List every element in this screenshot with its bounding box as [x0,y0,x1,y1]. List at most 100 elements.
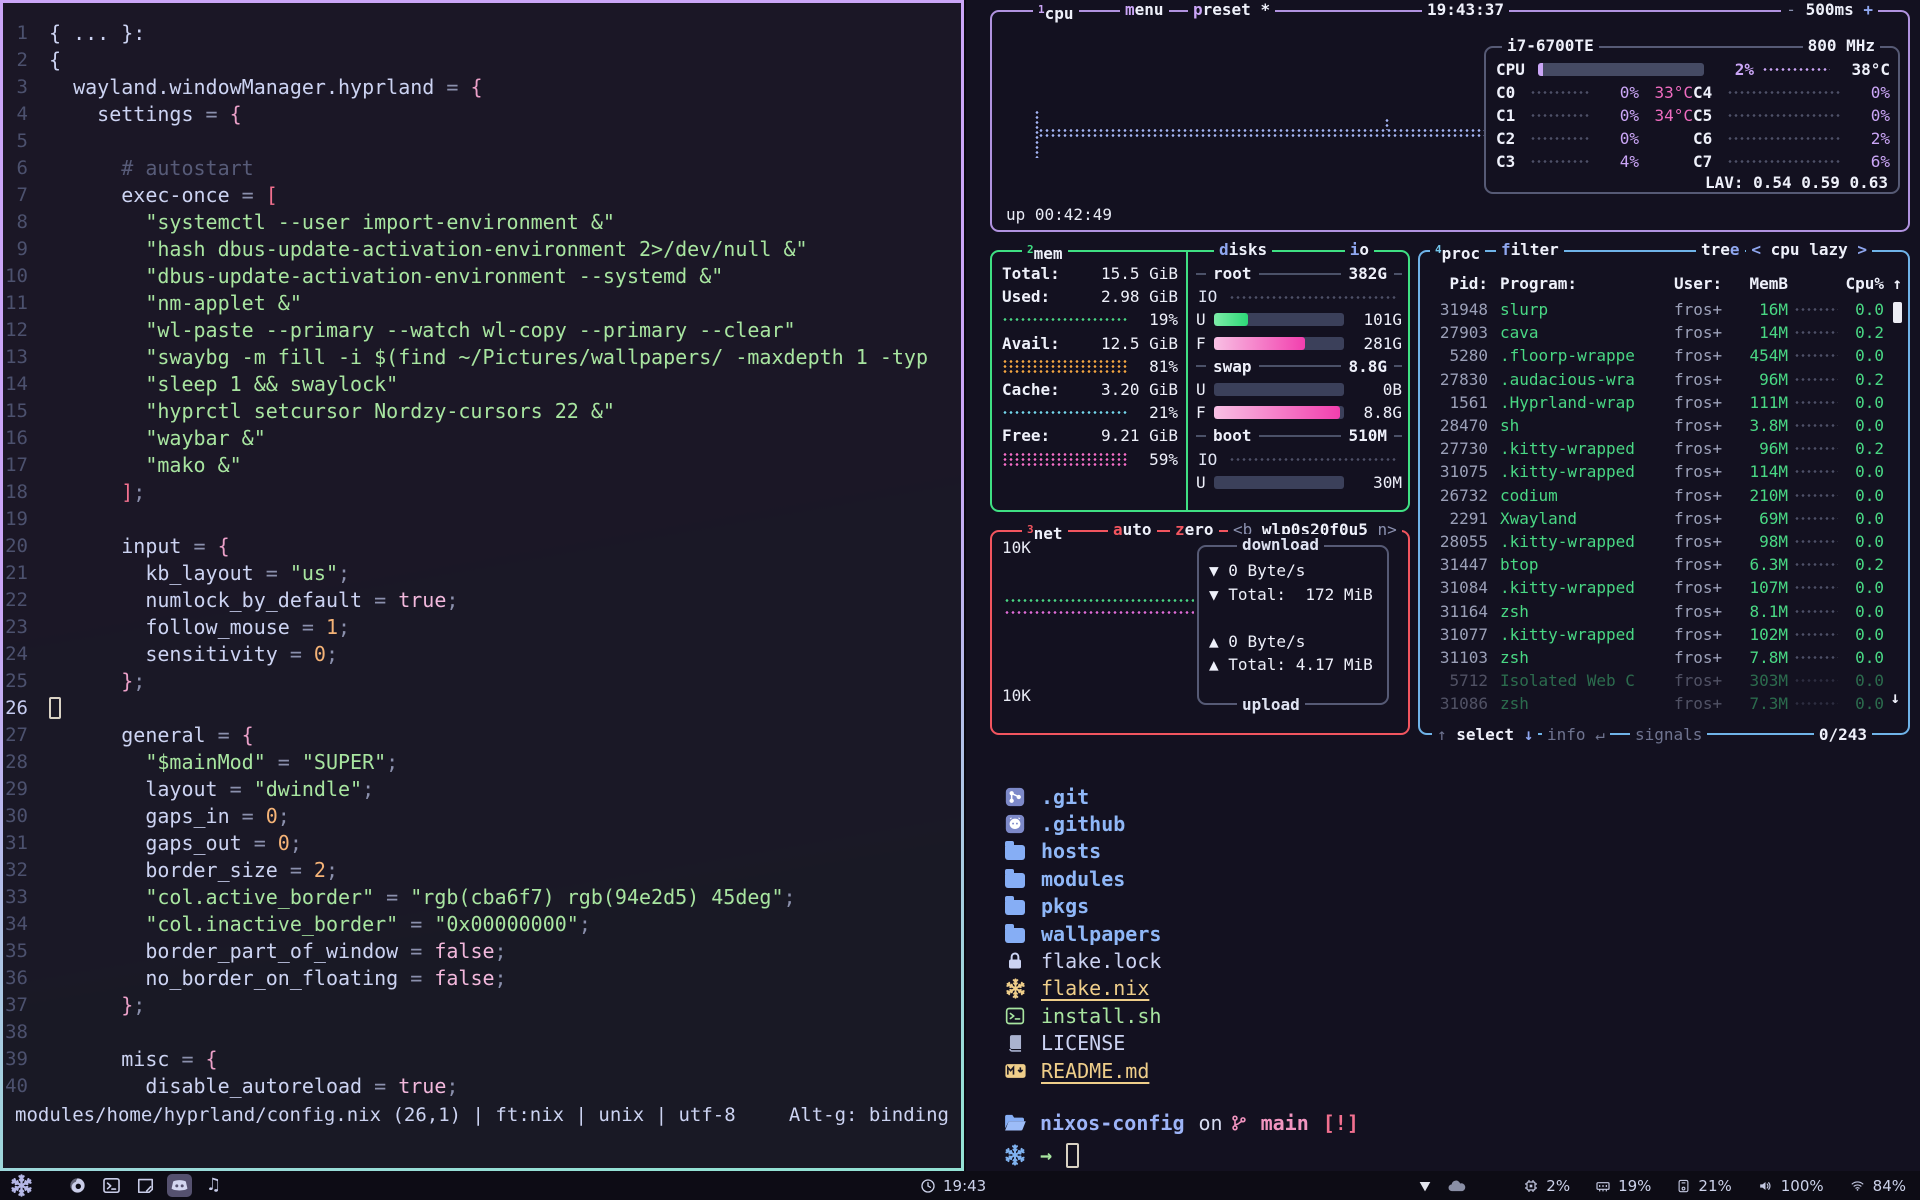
editor-line[interactable]: 15 "hyprctl setcursor Nordzy-cursors 22 … [3,397,961,424]
net-zero-toggle[interactable]: zero [1170,519,1219,541]
process-row[interactable]: 26732codiumfros+210M0.0 [1430,484,1902,507]
proc-select-hint[interactable]: ↑ select ↓ [1432,724,1538,746]
network-tray-icon[interactable] [1417,1178,1433,1194]
nixos-menu-icon[interactable] [10,1174,33,1197]
editor-window[interactable]: 1{ ... }:2{3 wayland.windowManager.hyprl… [0,0,964,1171]
editor-line[interactable]: 5 [3,127,961,154]
editor-line[interactable]: 30 gaps_in = 0; [3,802,961,829]
proc-tree-toggle[interactable]: tree [1696,239,1745,261]
cpu-stat[interactable]: 2% [1523,1177,1570,1195]
editor-line[interactable]: 35 border_part_of_window = false; [3,937,961,964]
editor-line[interactable]: 6 # autostart [3,154,961,181]
process-row[interactable]: 28055.kitty-wrappedfros+98M0.0 [1430,530,1902,553]
btop-mem-box[interactable]: 2mem disks io Total:15.5 GiBUsed:2.98 Gi… [990,250,1410,512]
process-row[interactable]: 31948slurpfros+16M0.0 [1430,298,1902,321]
core-percent: 6% [1848,152,1890,171]
io-toggle[interactable]: io [1345,239,1374,261]
process-row[interactable]: 31075.kitty-wrappedfros+114M0.0 [1430,460,1902,483]
wifi-stat[interactable]: 84% [1849,1177,1906,1195]
taskbar-clock[interactable]: 19:43 [920,1177,986,1195]
process-row[interactable]: 27730.kitty-wrappedfros+96M0.2 [1430,437,1902,460]
editor-line[interactable]: 40 disable_autoreload = true; [3,1072,961,1099]
preset-button[interactable]: preset * [1188,0,1275,21]
process-row[interactable]: 1561.Hyprland-wrapfros+111M0.0 [1430,391,1902,414]
editor-line[interactable]: 20 input = { [3,532,961,559]
editor-line[interactable]: 13 "swaybg -m fill -i $(find ~/Pictures/… [3,343,961,370]
scroll-down-icon[interactable]: ↓ [1890,688,1900,707]
editor-line[interactable]: 2{ [3,46,961,73]
editor-line[interactable]: 12 "wl-paste --primary --watch wl-copy -… [3,316,961,343]
editor-line[interactable]: 1{ ... }: [3,19,961,46]
notes-app-icon[interactable] [133,1174,158,1197]
editor-line[interactable]: 36 no_border_on_floating = false; [3,964,961,991]
editor-line[interactable]: 16 "waybar &" [3,424,961,451]
proc-scrollbar-thumb[interactable] [1893,302,1902,323]
discord-app-icon[interactable] [167,1174,192,1197]
editor-line[interactable]: 32 border_size = 2; [3,856,961,883]
process-row[interactable]: 5280.floorp-wrappefros+454M0.0 [1430,344,1902,367]
process-row[interactable]: 28470shfros+3.8M0.0 [1430,414,1902,437]
editor-line[interactable]: 34 "col.inactive_border" = "0x00000000"; [3,910,961,937]
editor-line[interactable]: 38 [3,1018,961,1045]
editor-line[interactable]: 3 wayland.windowManager.hyprland = { [3,73,961,100]
editor-line[interactable]: 28 "$mainMod" = "SUPER"; [3,748,961,775]
editor-line[interactable]: 4 settings = { [3,100,961,127]
process-row[interactable]: 2291Xwaylandfros+69M0.0 [1430,507,1902,530]
proc-sort-selector[interactable]: < cpu lazy > [1746,239,1872,261]
process-row[interactable]: 27903cavafros+14M0.2 [1430,321,1902,344]
proc-info-hint[interactable]: info ↵ [1542,724,1610,746]
memory-stat[interactable]: 19% [1595,1177,1651,1195]
editor-line[interactable]: 33 "col.active_border" = "rgb(cba6f7) rg… [3,883,961,910]
terminal-window[interactable]: .git.githubhostsmodulespkgswallpapersfla… [966,745,1920,1171]
editor-line[interactable]: 26 [3,694,961,721]
editor-line[interactable]: 14 "sleep 1 && swaylock" [3,370,961,397]
editor-line[interactable]: 37 }; [3,991,961,1018]
cpu-box-title[interactable]: 1cpu [1033,0,1079,25]
process-row[interactable]: 31084.kitty-wrappedfros+107M0.0 [1430,576,1902,599]
proc-box-title[interactable]: 4proc [1430,239,1485,265]
editor-line[interactable]: 9 "hash dbus-update-activation-environme… [3,235,961,262]
process-row[interactable]: 31103zshfros+7.8M0.0 [1430,646,1902,669]
process-list[interactable]: 31948slurpfros+16M0.027903cavafros+14M0.… [1430,298,1902,715]
editor-line[interactable]: 29 layout = "dwindle"; [3,775,961,802]
editor-line[interactable]: 22 numlock_by_default = true; [3,586,961,613]
editor-line[interactable]: 21 kb_layout = "us"; [3,559,961,586]
browser-icon[interactable] [65,1174,90,1197]
editor-line[interactable]: 23 follow_mouse = 1; [3,613,961,640]
proc-table-header[interactable]: Pid: Program: User: MemB Cpu% ↑ [1430,274,1902,293]
terminal-app-icon[interactable] [99,1174,124,1197]
process-row[interactable]: 27830.audacious-wrafros+96M0.2 [1430,368,1902,391]
update-interval-control[interactable]: - 500ms + [1781,0,1878,21]
editor-line[interactable]: 31 gaps_out = 0; [3,829,961,856]
editor-line[interactable]: 25 }; [3,667,961,694]
process-row[interactable]: 31077.kitty-wrappedfros+102M0.0 [1430,623,1902,646]
editor-line[interactable]: 24 sensitivity = 0; [3,640,961,667]
editor-line[interactable]: 8 "systemctl --user import-environment &… [3,208,961,235]
editor-line[interactable]: 18 ]; [3,478,961,505]
volume-stat[interactable]: 100% [1757,1177,1824,1195]
process-row[interactable]: 31447btopfros+6.3M0.2 [1430,553,1902,576]
menu-button[interactable]: menu [1120,0,1169,21]
editor-line[interactable]: 7 exec-once = [ [3,181,961,208]
proc-filter-button[interactable]: filter [1496,239,1564,261]
music-app-icon[interactable]: ♫ [201,1174,226,1197]
editor-line[interactable]: 27 general = { [3,721,961,748]
net-auto-toggle[interactable]: auto [1108,519,1157,541]
editor-line[interactable]: 10 "dbus-update-activation-environment -… [3,262,961,289]
process-row[interactable]: 31086zshfros+7.3M0.0 [1430,692,1902,715]
editor-line[interactable]: 19 [3,505,961,532]
shell-input-line[interactable]: → [1004,1140,1920,1170]
cloud-tray-icon[interactable] [1447,1179,1466,1193]
editor-line[interactable]: 39 misc = { [3,1045,961,1072]
process-row[interactable]: 31164zshfros+8.1M0.0 [1430,599,1902,622]
disk-stat[interactable]: 21% [1676,1177,1731,1195]
editor-line[interactable]: 11 "nm-applet &" [3,289,961,316]
proc-signals-hint[interactable]: signals [1630,724,1707,746]
btop-cpu-box[interactable]: 1cpu menu preset * 19:43:37 - 500ms + up… [990,10,1910,232]
btop-proc-box[interactable]: 4proc filter tree < cpu lazy > Pid: Prog… [1418,250,1910,735]
btop-net-box[interactable]: 3net auto zero <b wlp0s20f0u5 n> 10K 10K… [990,530,1410,735]
code-area[interactable]: 1{ ... }:2{3 wayland.windowManager.hyprl… [3,3,961,1099]
process-row[interactable]: 5712Isolated Web Cfros+303M0.0 [1430,669,1902,692]
disks-toggle[interactable]: disks [1214,239,1272,261]
editor-line[interactable]: 17 "mako &" [3,451,961,478]
